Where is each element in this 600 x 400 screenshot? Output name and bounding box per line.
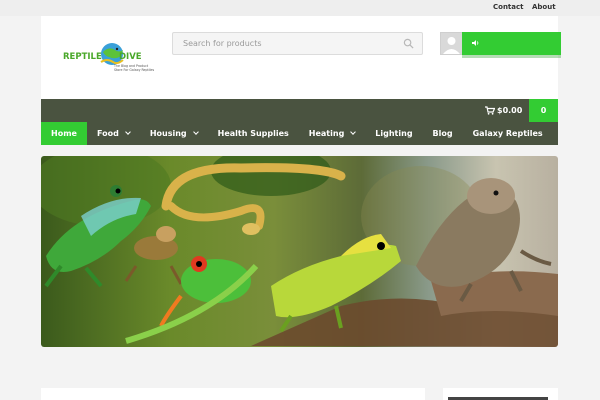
menu-item-label: Food bbox=[96, 129, 119, 138]
account-widget[interactable] bbox=[440, 32, 561, 58]
contact-link[interactable]: Contact bbox=[493, 3, 524, 11]
menu-item-label: Galaxy Reptiles bbox=[472, 129, 543, 138]
menu-item-lighting[interactable]: Lighting bbox=[365, 122, 422, 145]
menu-item-food[interactable]: Food bbox=[87, 122, 140, 145]
menu-item-label: Health Supplies bbox=[217, 129, 289, 138]
cart-count-badge[interactable]: 0 bbox=[529, 99, 558, 122]
logo-word-reptile: REPTILE bbox=[63, 52, 102, 62]
menu-item-label: Blog bbox=[432, 129, 453, 138]
site-header: REPTILE DIVE The Blog and Product Store … bbox=[41, 16, 561, 99]
cart-icon bbox=[485, 106, 495, 115]
cart-total: $0.00 bbox=[497, 106, 523, 115]
logo-tagline: The Blog and Product Store For Galaxy Re… bbox=[114, 64, 155, 72]
menu-item-label: Lighting bbox=[375, 129, 413, 138]
hero-banner[interactable] bbox=[41, 156, 558, 347]
avatar[interactable] bbox=[440, 32, 463, 55]
menu-bar: Home Food Housing Health Supplies Heatin… bbox=[41, 122, 553, 145]
chevron-down-icon bbox=[192, 129, 199, 135]
account-bar-shadow bbox=[462, 55, 561, 58]
top-bar: Contact About bbox=[0, 0, 600, 16]
menu-item-label: Home bbox=[51, 129, 77, 138]
menu-item-housing[interactable]: Housing bbox=[140, 122, 208, 145]
about-link[interactable]: About bbox=[532, 3, 556, 11]
site-logo[interactable]: REPTILE DIVE The Blog and Product Store … bbox=[61, 40, 156, 80]
logo-word-dive: DIVE bbox=[119, 52, 142, 62]
main-navigation: $0.00 0 Home Food Housing Health Supplie… bbox=[41, 99, 558, 145]
chevron-down-icon bbox=[350, 129, 357, 135]
content-card bbox=[41, 388, 425, 400]
user-silhouette-icon bbox=[441, 33, 462, 54]
menu-item-health-supplies[interactable]: Health Supplies bbox=[208, 122, 299, 145]
search-input[interactable] bbox=[173, 33, 398, 54]
menu-item-home[interactable]: Home bbox=[41, 122, 87, 145]
menu-item-blog[interactable]: Blog bbox=[423, 122, 463, 145]
menu-item-galaxy-reptiles[interactable]: Galaxy Reptiles bbox=[463, 122, 553, 145]
product-search bbox=[172, 32, 423, 55]
sidebar-widget bbox=[443, 388, 558, 400]
chevron-down-icon bbox=[124, 129, 131, 135]
menu-item-heating[interactable]: Heating bbox=[299, 122, 366, 145]
speaker-icon bbox=[472, 40, 479, 46]
menu-item-label: Heating bbox=[308, 129, 345, 138]
menu-item-label: Housing bbox=[149, 129, 187, 138]
reptiles-banner-image bbox=[41, 156, 558, 347]
search-icon[interactable] bbox=[403, 38, 414, 49]
account-bar[interactable] bbox=[462, 32, 561, 55]
